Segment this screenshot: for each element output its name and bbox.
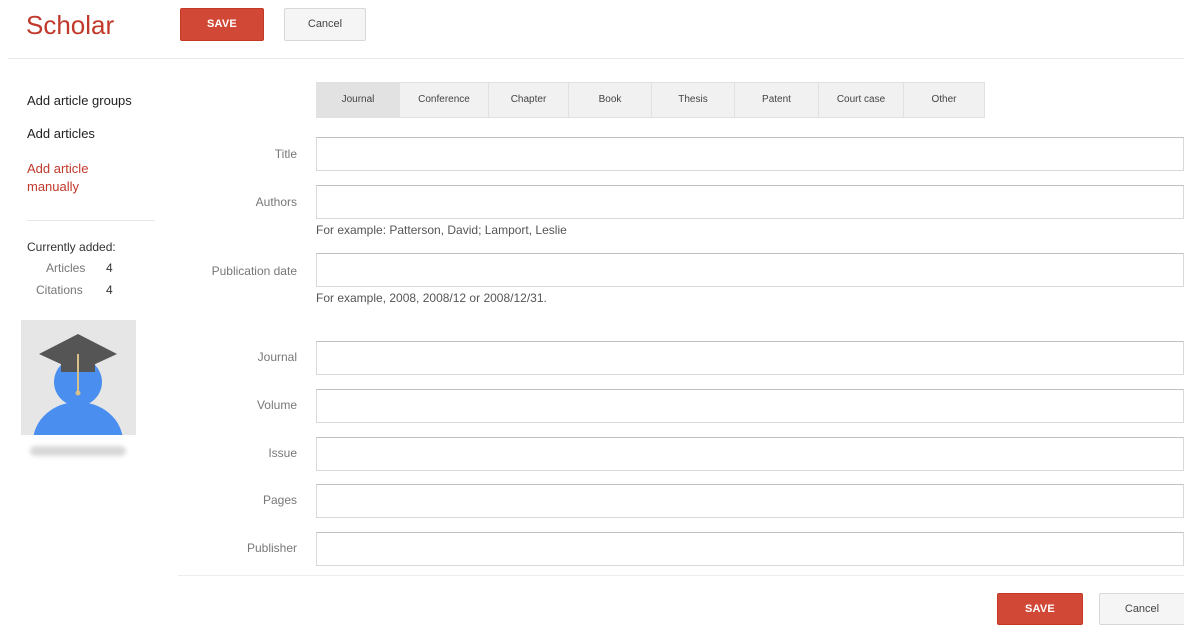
save-button-top[interactable]: SAVE — [180, 8, 264, 41]
graduate-avatar-icon — [33, 334, 123, 435]
tab-court-case[interactable]: Court case — [819, 83, 904, 117]
publication-date-label: Publication date — [211, 264, 297, 278]
sidebar-divider — [27, 220, 155, 221]
cancel-button-bottom[interactable]: Cancel — [1099, 593, 1184, 625]
tab-chapter[interactable]: Chapter — [489, 83, 569, 117]
journal-field[interactable] — [316, 341, 1184, 375]
title-field[interactable] — [316, 137, 1184, 171]
citations-count-value: 4 — [106, 283, 113, 297]
form-divider — [178, 575, 1184, 576]
tab-book[interactable]: Book — [569, 83, 652, 117]
avatar — [21, 320, 136, 435]
authors-label: Authors — [255, 195, 297, 209]
articles-count-value: 4 — [106, 261, 113, 275]
tab-conference[interactable]: Conference — [400, 83, 489, 117]
document-type-tabs: Journal Conference Chapter Book Thesis P… — [316, 82, 985, 118]
issue-field[interactable] — [316, 437, 1184, 471]
blurred-user-name — [30, 446, 126, 456]
pages-field[interactable] — [316, 484, 1184, 518]
volume-field[interactable] — [316, 389, 1184, 423]
volume-label: Volume — [256, 398, 297, 412]
sidebar-item-add-articles[interactable]: Add articles — [27, 126, 95, 141]
title-label: Title — [274, 147, 297, 161]
sidebar-item-add-article-manually[interactable]: Add article manually — [27, 160, 137, 196]
publisher-field[interactable] — [316, 532, 1184, 566]
articles-count-label: Articles — [46, 261, 86, 275]
tab-journal[interactable]: Journal — [317, 83, 400, 117]
tab-thesis[interactable]: Thesis — [652, 83, 735, 117]
save-button-bottom[interactable]: SAVE — [997, 593, 1083, 625]
authors-field[interactable] — [316, 185, 1184, 219]
tab-other[interactable]: Other — [904, 83, 984, 117]
publisher-label: Publisher — [246, 541, 297, 555]
authors-hint: For example: Patterson, David; Lamport, … — [316, 223, 567, 237]
pages-label: Pages — [262, 493, 297, 507]
publication-date-hint: For example, 2008, 2008/12 or 2008/12/31… — [316, 291, 547, 305]
citations-count-label: Citations — [36, 283, 83, 297]
publication-date-field[interactable] — [316, 253, 1184, 287]
tab-patent[interactable]: Patent — [735, 83, 819, 117]
journal-label: Journal — [257, 350, 297, 364]
app-logo: Scholar — [26, 10, 115, 40]
sidebar-item-add-article-groups[interactable]: Add article groups — [27, 93, 132, 108]
cancel-button-top[interactable]: Cancel — [284, 8, 366, 41]
issue-label: Issue — [268, 446, 297, 460]
currently-added-heading: Currently added: — [27, 240, 116, 254]
header-divider — [8, 58, 1184, 59]
